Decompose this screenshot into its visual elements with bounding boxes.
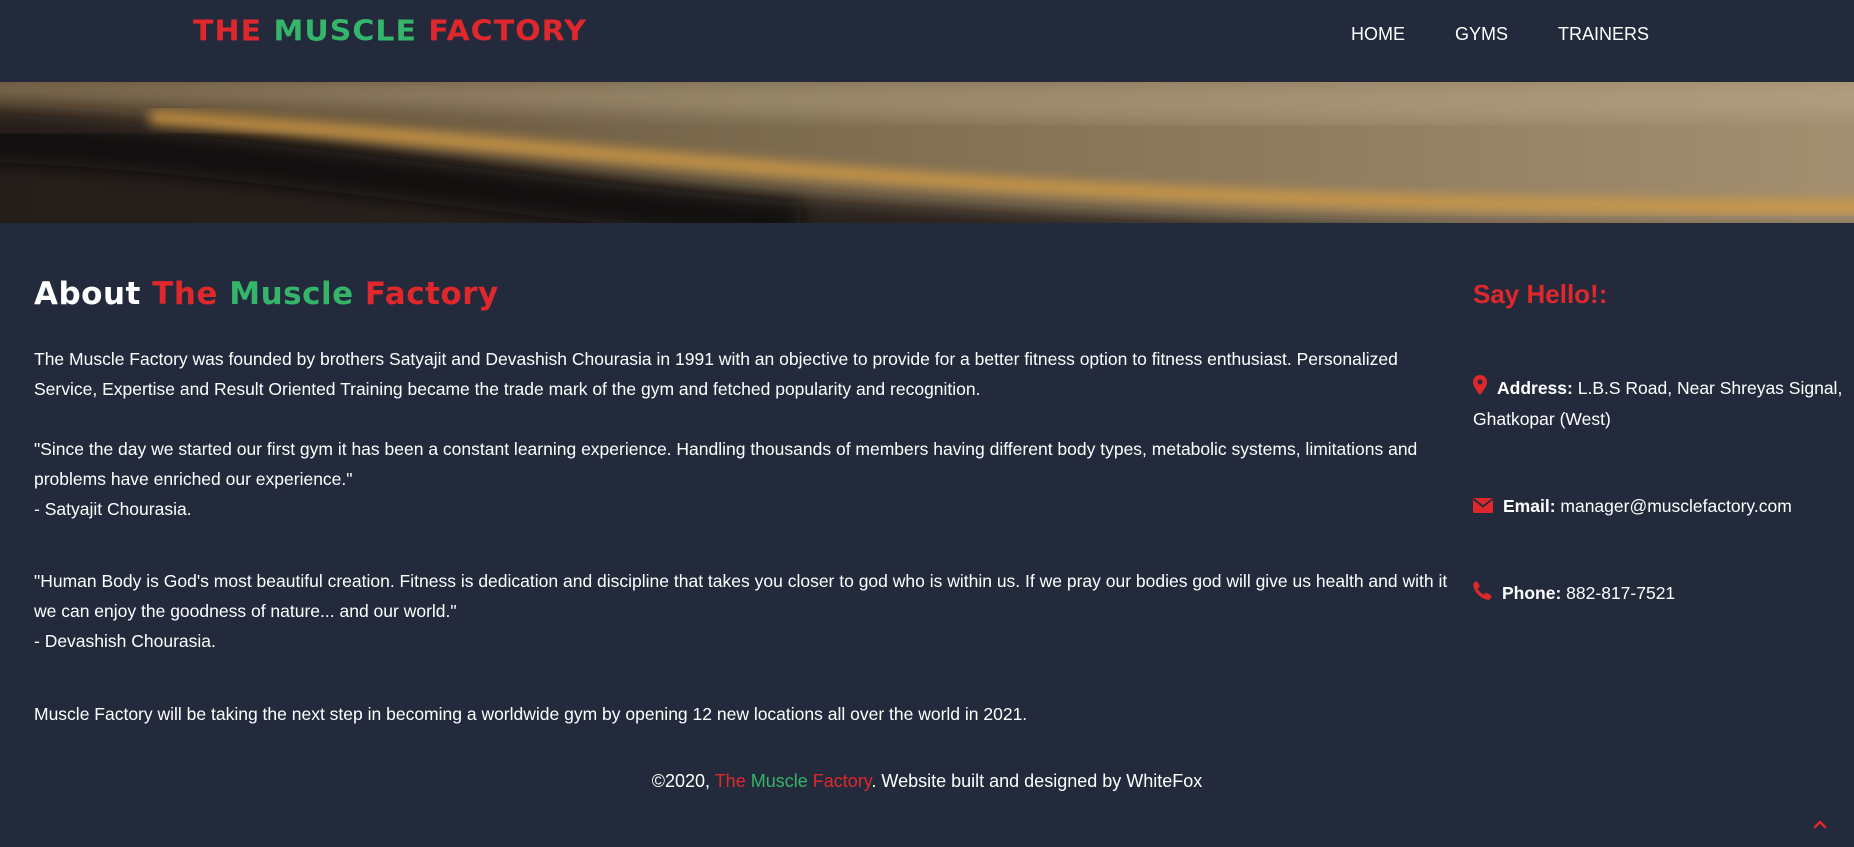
brand-part-2: MUSCLE <box>273 14 429 49</box>
nav-item-gyms[interactable]: GYMS <box>1455 24 1508 45</box>
footer-copyright: ©2020, <box>651 771 715 791</box>
quote-1: "Since the day we started our first gym … <box>34 439 1418 489</box>
contact-email: Email: manager@musclefactory.com <box>1472 491 1843 522</box>
hero-banner-graphic <box>0 82 1854 223</box>
back-to-top-button[interactable] <box>1810 815 1830 835</box>
hero-banner-image <box>0 82 1854 223</box>
nav-item-trainers[interactable]: TRAINERS <box>1558 24 1649 45</box>
phone-value[interactable]: 882-817-7521 <box>1561 583 1675 603</box>
envelope-icon <box>1472 492 1494 522</box>
phone-label: Phone: <box>1502 583 1562 603</box>
brand-logo[interactable]: THE MUSCLE FACTORY <box>193 15 587 48</box>
navbar: THE MUSCLE FACTORY HOME GYMS TRAINERS <box>0 0 1854 82</box>
footer-credit: . Website built and designed by WhiteFox <box>871 771 1203 791</box>
brand-part-3: FACTORY <box>428 14 587 49</box>
about-title-prefix: About <box>34 276 153 312</box>
about-title-brand-2: Muscle <box>229 276 365 312</box>
chevron-up-icon <box>1813 820 1827 829</box>
about-title: About The Muscle Factory <box>34 276 499 312</box>
quote-2: "Human Body is God's most beautiful crea… <box>34 571 1448 621</box>
about-paragraph-1: The Muscle Factory was founded by brothe… <box>34 349 1398 399</box>
quote-2-author: - Devashish Chourasia. <box>34 631 216 651</box>
quote-block-1: "Since the day we started our first gym … <box>34 434 1464 524</box>
email-label: Email: <box>1503 496 1556 516</box>
footer-brand-3: Factory <box>812 771 872 791</box>
about-title-brand-3: Factory <box>364 276 499 312</box>
phone-icon <box>1473 579 1492 609</box>
contact-phone: Phone: 882-817-7521 <box>1473 578 1843 609</box>
email-value[interactable]: manager@musclefactory.com <box>1556 496 1791 516</box>
quote-1-author: - Satyajit Chourasia. <box>34 499 192 519</box>
brand-part-1: THE <box>193 14 274 49</box>
nav-item-home[interactable]: HOME <box>1351 24 1405 45</box>
footer: ©2020, The Muscle Factory. Website built… <box>0 771 1854 792</box>
map-marker-icon <box>1473 374 1487 404</box>
about-paragraph-expansion: Muscle Factory will be taking the next s… <box>34 704 1028 724</box>
footer-brand-2: Muscle <box>750 771 813 791</box>
contact-title: Say Hello!: <box>1473 279 1608 309</box>
quote-block-2: "Human Body is God's most beautiful crea… <box>34 566 1464 656</box>
address-label: Address: <box>1497 378 1573 398</box>
about-title-brand-1: The <box>152 276 230 312</box>
footer-brand-1: The <box>714 771 751 791</box>
contact-address: Address: L.B.S Road, Near Shreyas Signal… <box>1473 373 1843 434</box>
nav-links: HOME GYMS TRAINERS <box>1351 24 1699 45</box>
